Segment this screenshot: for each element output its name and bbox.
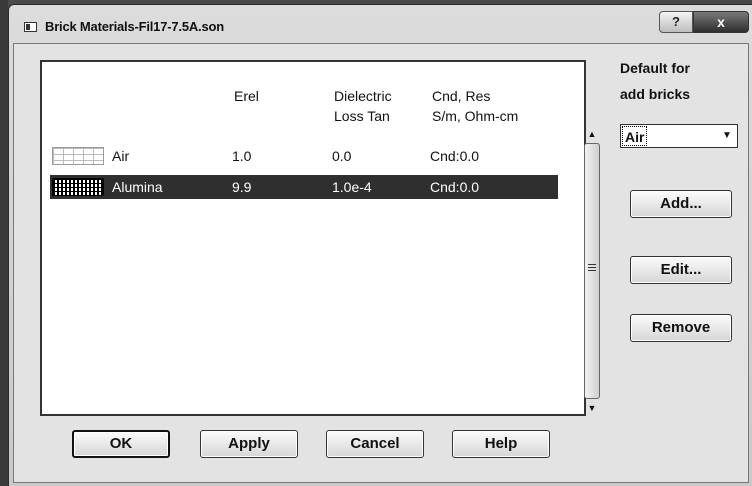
- title-bar[interactable]: Brick Materials-Fil17-7.5A.son ? x: [9, 5, 752, 43]
- column-header-cnd-res: Cnd, Res: [432, 88, 491, 104]
- material-erel: 1.0: [232, 148, 252, 164]
- app-icon[interactable]: [24, 22, 37, 32]
- material-erel: 9.9: [232, 179, 252, 195]
- scroll-up-arrow-icon[interactable]: ▲: [584, 126, 600, 142]
- materials-list[interactable]: Erel Dielectric Loss Tan Cnd, Res S/m, O…: [40, 60, 586, 416]
- scroll-thumb[interactable]: [584, 143, 600, 399]
- column-header-loss-tan: Loss Tan: [334, 108, 390, 124]
- dialog-client-area: Erel Dielectric Loss Tan Cnd, Res S/m, O…: [13, 43, 749, 483]
- default-for-label: Default for: [620, 60, 690, 76]
- column-header-units: S/m, Ohm-cm: [432, 108, 519, 124]
- air-brick-swatch-icon: [52, 147, 104, 165]
- brick-materials-dialog: Brick Materials-Fil17-7.5A.son ? x Erel …: [8, 4, 752, 486]
- edit-button[interactable]: Edit...: [630, 256, 732, 284]
- material-cnd: Cnd:0.0: [430, 179, 480, 195]
- default-brick-select[interactable]: Air ▼: [620, 124, 738, 148]
- add-button[interactable]: Add...: [630, 190, 732, 218]
- close-button[interactable]: x: [693, 11, 749, 33]
- add-bricks-label: add bricks: [620, 86, 691, 102]
- ok-button[interactable]: OK: [72, 430, 170, 458]
- column-header-erel: Erel: [234, 88, 259, 104]
- help-button[interactable]: Help: [452, 430, 550, 458]
- material-loss-tan: 1.0e-4: [332, 179, 372, 195]
- remove-button[interactable]: Remove: [630, 314, 732, 342]
- chevron-down-icon[interactable]: ▼: [717, 125, 737, 147]
- material-row-air[interactable]: Air 1.0 0.0 Cnd:0.0: [50, 144, 558, 168]
- title-help-button[interactable]: ?: [659, 11, 693, 33]
- material-cnd: Cnd:0.0: [430, 148, 480, 164]
- alumina-brick-swatch-icon: [52, 178, 104, 196]
- scroll-down-arrow-icon[interactable]: ▼: [584, 400, 600, 416]
- material-row-alumina[interactable]: Alumina 9.9 1.0e-4 Cnd:0.0: [50, 175, 558, 199]
- grip-icon: [588, 264, 596, 271]
- material-loss-tan: 0.0: [332, 148, 352, 164]
- column-header-dielectric: Dielectric: [334, 88, 392, 104]
- default-brick-value: Air: [622, 126, 648, 146]
- material-name: Alumina: [112, 179, 163, 195]
- material-name: Air: [112, 148, 130, 164]
- cancel-button[interactable]: Cancel: [326, 430, 424, 458]
- window-title: Brick Materials-Fil17-7.5A.son: [45, 19, 224, 34]
- desktop-edge: [0, 0, 8, 486]
- materials-scrollbar[interactable]: ▲ ▼: [584, 126, 600, 416]
- apply-button[interactable]: Apply: [200, 430, 298, 458]
